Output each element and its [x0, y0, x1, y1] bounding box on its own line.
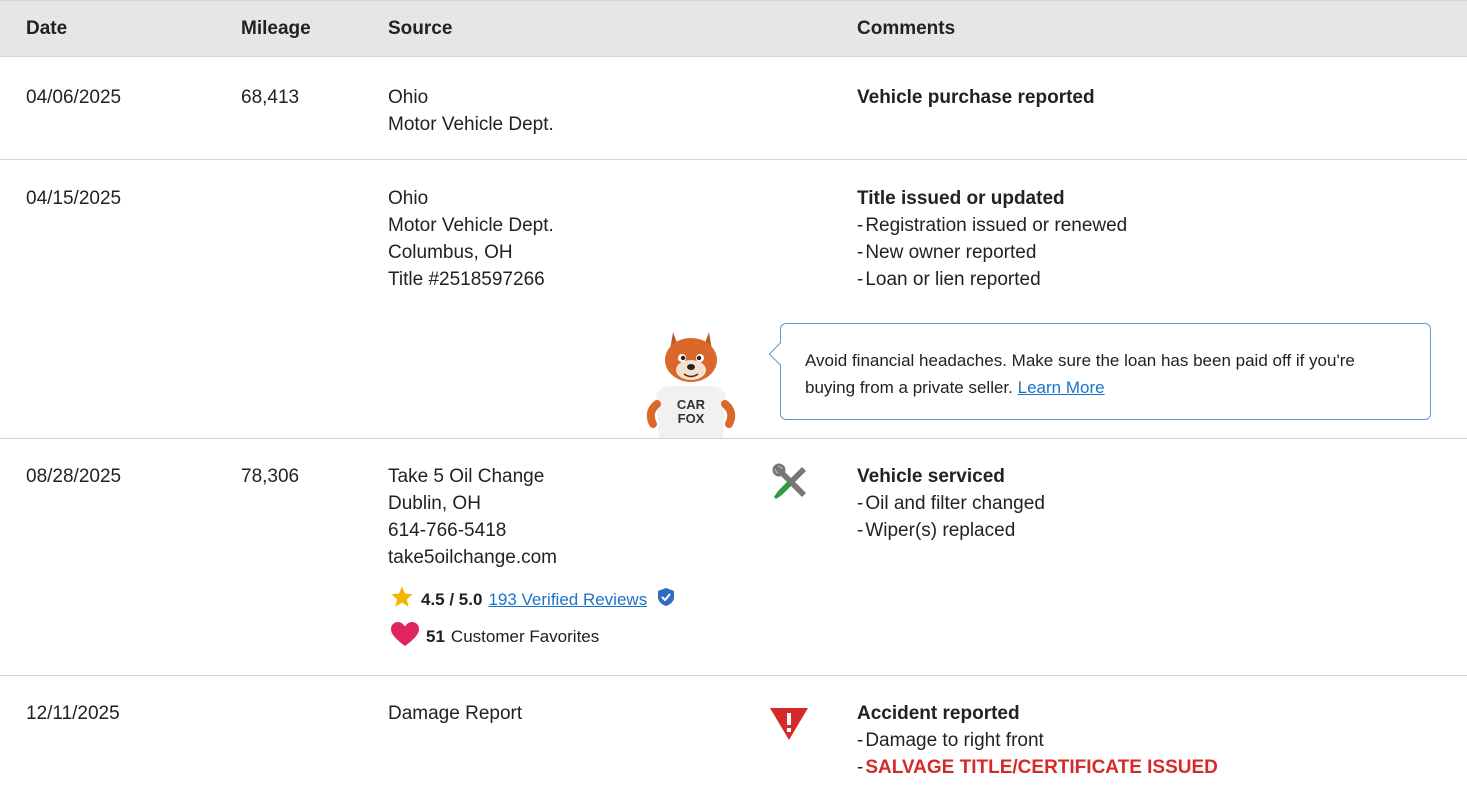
comment-bullet: Oil and filter changed — [857, 490, 1045, 517]
row-comments: Accident reported Damage to right front … — [857, 700, 1218, 781]
source-line: Columbus, OH — [388, 242, 513, 263]
row-date: 08/28/2025 — [26, 466, 122, 487]
source-line: Ohio — [388, 188, 429, 209]
favorites-line: 51 Customer Favorites — [390, 621, 599, 652]
table-row: 04/15/2025 Ohio Motor Vehicle Dept. Colu… — [0, 160, 1467, 439]
table-row: 04/06/2025 68,413 Ohio Motor Vehicle Dep… — [0, 57, 1467, 160]
row-mileage: 78,306 — [241, 466, 300, 487]
star-icon — [390, 585, 414, 614]
row-comments: Vehicle serviced Oil and filter changed … — [857, 463, 1045, 544]
mascot-shirt-line2: FOX — [678, 411, 705, 426]
comment-bullet: Wiper(s) replaced — [857, 517, 1045, 544]
row-comments: Vehicle purchase reported — [857, 84, 1095, 111]
callout-text: Avoid financial headaches. Make sure the… — [805, 347, 1405, 401]
row-source: Ohio Motor Vehicle Dept. — [388, 84, 554, 138]
verified-reviews-link[interactable]: 193 Verified Reviews — [488, 590, 647, 610]
row-source: Ohio Motor Vehicle Dept. Columbus, OH Ti… — [388, 185, 554, 293]
favorites-count: 51 — [426, 626, 445, 646]
heart-icon — [390, 621, 420, 652]
source-line: Damage Report — [388, 703, 523, 724]
row-date: 04/06/2025 — [26, 87, 122, 108]
source-line: Title #2518597266 — [388, 269, 545, 290]
rating-value: 4.5 / 5.0 — [421, 589, 483, 609]
mascot-shirt-line1: CAR — [677, 397, 706, 412]
loan-tip-callout: Avoid financial headaches. Make sure the… — [780, 323, 1431, 420]
rating-line: 4.5 / 5.0 193 Verified Reviews — [390, 585, 675, 614]
source-line: Motor Vehicle Dept. — [388, 114, 554, 135]
carfox-mascot-icon: CAR FOX — [643, 326, 747, 438]
header-source: Source — [388, 18, 453, 39]
table-header: Date Mileage Source Comments — [0, 0, 1467, 57]
source-line: Dublin, OH — [388, 493, 481, 514]
salvage-title-alert: SALVAGE TITLE/CERTIFICATE ISSUED — [865, 757, 1218, 778]
comment-bullet-alert: SALVAGE TITLE/CERTIFICATE ISSUED — [857, 754, 1218, 781]
verified-shield-icon — [657, 587, 675, 612]
comment-bullet: Registration issued or renewed — [857, 212, 1127, 239]
alert-triangle-icon — [768, 706, 810, 747]
favorites-label: Customer Favorites — [450, 626, 600, 646]
source-line: Take 5 Oil Change — [388, 466, 545, 487]
comment-title: Accident reported — [857, 703, 1020, 724]
comment-bullet: Loan or lien reported — [857, 266, 1127, 293]
wrench-screwdriver-icon — [770, 463, 810, 508]
header-mileage: Mileage — [241, 18, 311, 39]
table-row: 12/11/2025 Damage Report Accident report… — [0, 676, 1467, 786]
source-line: Ohio — [388, 87, 429, 108]
comment-bullet: New owner reported — [857, 239, 1127, 266]
row-source: Damage Report — [388, 700, 522, 727]
row-mileage: 68,413 — [241, 87, 300, 108]
row-date: 04/15/2025 — [26, 188, 122, 209]
source-line: take5oilchange.com — [388, 547, 557, 568]
vehicle-history-table: Date Mileage Source Comments 04/06/2025 … — [0, 0, 1467, 786]
header-date: Date — [26, 18, 68, 39]
row-date: 12/11/2025 — [26, 703, 120, 724]
header-comments: Comments — [857, 18, 956, 39]
comment-title: Vehicle purchase reported — [857, 87, 1095, 108]
comment-title: Vehicle serviced — [857, 466, 1005, 487]
learn-more-link[interactable]: Learn More — [1018, 378, 1105, 397]
source-line: Motor Vehicle Dept. — [388, 215, 554, 236]
comment-title: Title issued or updated — [857, 188, 1065, 209]
row-source: Take 5 Oil Change Dublin, OH 614-766-541… — [388, 463, 557, 571]
comment-bullet: Damage to right front — [857, 727, 1218, 754]
source-line: 614-766-5418 — [388, 520, 507, 541]
table-row: 08/28/2025 78,306 Take 5 Oil Change Dubl… — [0, 439, 1467, 676]
row-comments: Title issued or updated Registration iss… — [857, 185, 1127, 293]
